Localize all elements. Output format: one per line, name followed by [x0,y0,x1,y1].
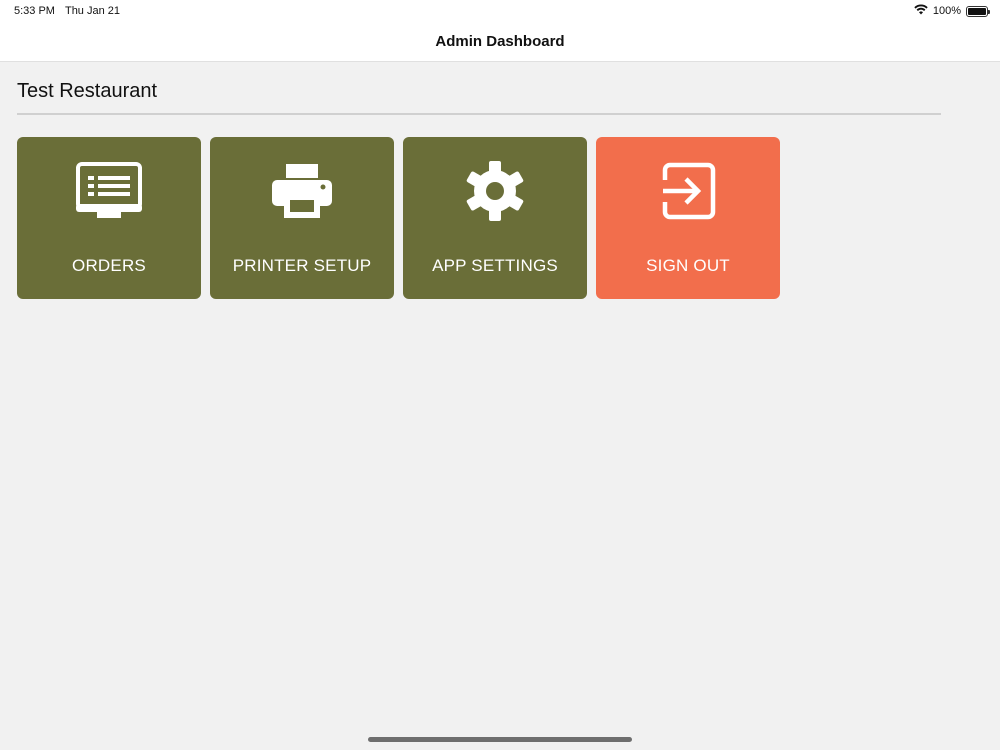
sign-out-button[interactable]: SIGN OUT [596,137,780,299]
app-settings-button[interactable]: APP SETTINGS [403,137,587,299]
page-title: Admin Dashboard [435,33,565,50]
home-indicator[interactable] [368,737,632,742]
nav-bar: Admin Dashboard [0,22,1000,62]
sign-out-icon [596,159,780,223]
orders-label: ORDERS [72,256,146,275]
battery-icon [966,5,990,17]
printer-setup-button[interactable]: PRINTER SETUP [210,137,394,299]
divider [17,113,941,115]
wifi-icon [914,4,928,18]
battery-percent: 100% [932,5,961,17]
battery-fill [968,7,986,15]
status-date: Thu Jan 21 [64,5,121,17]
dashboard-tiles: ORDERS PRINTER SETUP APP SETTINGS SIGN O… [17,137,780,299]
printer-setup-label: PRINTER SETUP [232,256,372,275]
app-settings-label: APP SETTINGS [432,256,558,275]
restaurant-name: Test Restaurant [17,80,158,102]
orders-button[interactable]: ORDERS [17,137,201,299]
gear-icon [403,159,587,223]
screen: 5:33 PM Thu Jan 21 100% Admin Dashboard … [0,0,1000,750]
monitor-list-icon [17,159,201,223]
status-left: 5:33 PM Thu Jan 21 [14,5,120,17]
printer-icon [210,159,394,223]
status-right: 100% [914,4,990,18]
status-time: 5:33 PM [14,5,55,17]
sign-out-label: SIGN OUT [646,256,730,275]
status-bar: 5:33 PM Thu Jan 21 100% [0,0,1000,22]
